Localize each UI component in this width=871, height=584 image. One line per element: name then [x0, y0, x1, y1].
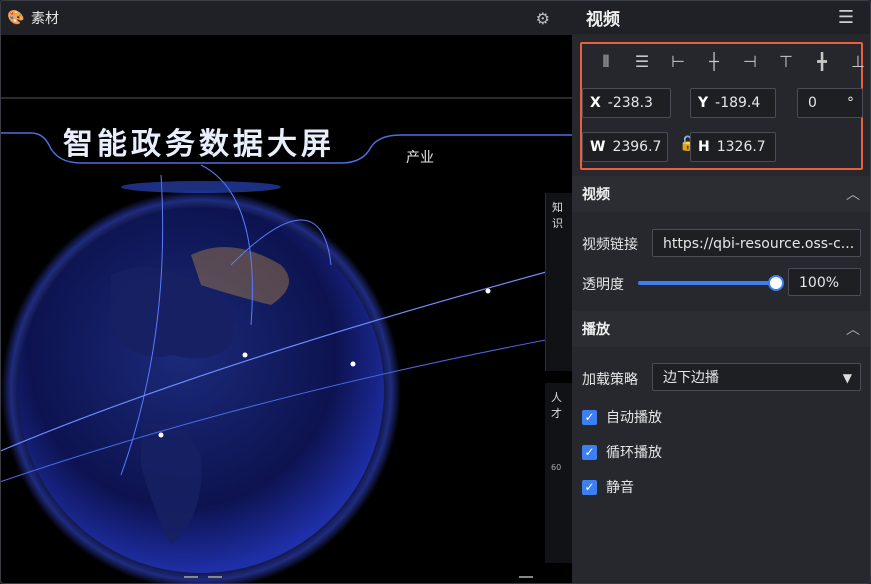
rotation-field[interactable]: 0 °: [797, 88, 863, 118]
align-bottom-icon[interactable]: ⊥: [840, 48, 870, 76]
canvas-title: 素材: [31, 11, 59, 27]
load-strategy-label: 加载策略: [582, 372, 638, 388]
globe-visual: [1, 97, 572, 583]
properties-header: 视频 ☰: [572, 1, 870, 34]
align-center-horizontal-icon[interactable]: ┼: [696, 48, 732, 76]
y-label: Y: [698, 95, 709, 111]
knowledge-label: 知识: [552, 201, 563, 230]
align-left-icon[interactable]: ⊢: [660, 48, 696, 76]
chevron-up-icon[interactable]: ︿: [846, 184, 860, 204]
align-distribute-horizontal-icon[interactable]: ⫴: [588, 48, 624, 76]
opacity-slider-handle[interactable]: [768, 275, 784, 291]
y-field[interactable]: Y -189.4: [690, 88, 776, 118]
mute-checkbox[interactable]: ✓ 静音: [582, 477, 634, 497]
video-section-header[interactable]: 视频 ︿: [572, 176, 870, 212]
opacity-input[interactable]: 100%: [788, 268, 861, 296]
autoplay-label: 自动播放: [606, 410, 662, 426]
play-section-title: 播放: [582, 322, 610, 338]
checkbox-checked-icon[interactable]: ✓: [582, 409, 597, 425]
autoplay-checkbox[interactable]: ✓ 自动播放: [582, 407, 662, 427]
opacity-slider[interactable]: [638, 281, 776, 285]
rotation-value: 0: [808, 95, 817, 111]
load-strategy-select[interactable]: 边下边播 ▼: [652, 363, 861, 391]
align-distribute-vertical-icon[interactable]: ☰: [624, 48, 660, 76]
app-window: 🎨 素材 ⚙ 智能政务数据大屏 产业 知识 人才 60 视频 ☰ ⫴ ☰ ⊢ ┼…: [0, 0, 871, 584]
video-preview[interactable]: 智能政务数据大屏 产业 知识 人才 60: [1, 35, 572, 583]
checkbox-checked-icon[interactable]: ✓: [582, 444, 597, 460]
align-top-icon[interactable]: ⊤: [768, 48, 804, 76]
checkbox-checked-icon[interactable]: ✓: [582, 479, 597, 495]
panel-title: 视频: [586, 10, 620, 30]
play-section-header[interactable]: 播放 ︿: [572, 311, 870, 347]
rotation-unit: °: [847, 95, 854, 111]
x-field[interactable]: X -238.3: [582, 88, 671, 118]
load-strategy-value: 边下边播: [663, 370, 719, 386]
dashboard-title: 智能政务数据大屏: [63, 127, 335, 162]
alignment-toolbar: ⫴ ☰ ⊢ ┼ ⊣ ⊤ ╋ ⊥: [588, 48, 870, 76]
talent-widget: 人才 60: [545, 383, 572, 563]
material-canvas-panel: 🎨 素材 ⚙ 智能政务数据大屏 产业 知识 人才 60: [1, 1, 572, 583]
x-value: -238.3: [607, 95, 653, 111]
loop-checkbox[interactable]: ✓ 循环播放: [582, 442, 662, 462]
align-right-icon[interactable]: ⊣: [732, 48, 768, 76]
chevron-up-icon[interactable]: ︿: [846, 319, 860, 339]
palette-icon: 🎨: [7, 10, 25, 26]
w-label: W: [590, 139, 606, 155]
knowledge-widget: 知识: [545, 193, 572, 371]
w-value: 2396.7: [612, 139, 662, 155]
y-value: -189.4: [715, 95, 761, 111]
gear-icon[interactable]: ⚙: [536, 9, 550, 28]
video-link-input[interactable]: https://qbi-resource.oss-c...: [652, 229, 861, 257]
mute-label: 静音: [606, 480, 634, 496]
video-link-label: 视频链接: [582, 237, 638, 253]
caret-down-icon: ▼: [842, 371, 852, 385]
properties-panel: 视频 ☰ ⫴ ☰ ⊢ ┼ ⊣ ⊤ ╋ ⊥ X -238.3 Y -189.4 0…: [572, 1, 870, 583]
opacity-label: 透明度: [582, 277, 624, 293]
industry-label: 产业: [406, 150, 434, 166]
h-value: 1326.7: [716, 139, 766, 155]
width-field[interactable]: W 2396.7: [582, 132, 668, 162]
talent-label: 人才: [551, 391, 562, 420]
loop-label: 循环播放: [606, 445, 662, 461]
h-label: H: [698, 139, 710, 155]
video-section-title: 视频: [582, 187, 610, 203]
canvas-toolbar: 🎨 素材 ⚙: [1, 1, 572, 35]
panel-collapse-icon[interactable]: ☰: [838, 7, 854, 28]
height-field[interactable]: H 1326.7: [690, 132, 776, 162]
x-label: X: [590, 95, 601, 111]
align-center-vertical-icon[interactable]: ╋: [804, 48, 840, 76]
talent-tick: 60: [551, 463, 562, 472]
geometry-box: ⫴ ☰ ⊢ ┼ ⊣ ⊤ ╋ ⊥ X -238.3 Y -189.4 0 ° W …: [580, 42, 865, 170]
